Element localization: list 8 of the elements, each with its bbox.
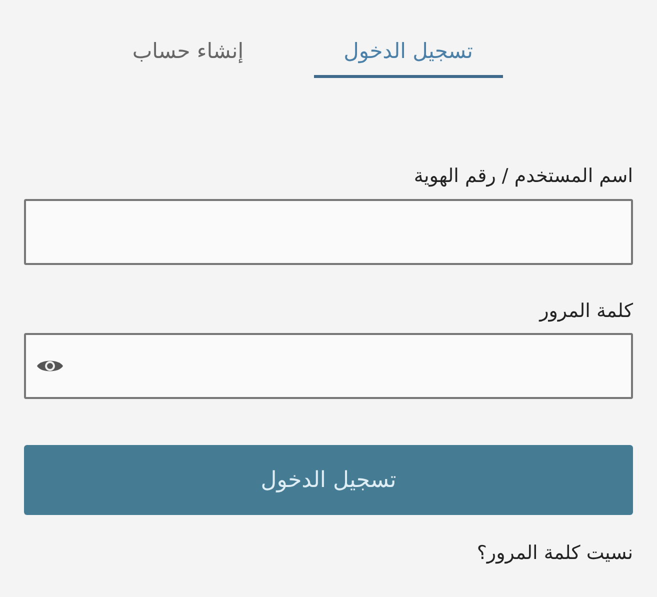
tab[interactable]: تسجيل الدخول [314, 22, 503, 78]
forgot-password-link[interactable]: نسيت كلمة المرور؟ [476, 542, 633, 564]
tab[interactable]: إنشاء حساب [102, 22, 274, 78]
field-label: اسم المستخدم / رقم الهوية [412, 164, 633, 189]
username-field[interactable] [24, 198, 633, 264]
password-field[interactable] [24, 333, 633, 399]
field-label: كلمة المرور [538, 298, 633, 324]
login-button[interactable]: تسجيل الدخول [24, 445, 633, 515]
